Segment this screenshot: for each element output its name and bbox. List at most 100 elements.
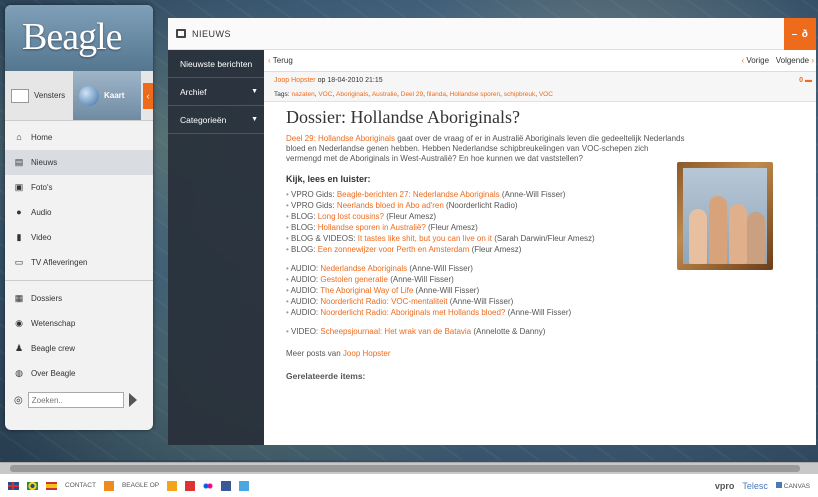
- item-author: (Anne-Will Fisser): [387, 275, 454, 284]
- list-item: AUDIO: Gestolen generatie (Anne-Will Fis…: [286, 275, 806, 285]
- tag-link[interactable]: Aboriginals: [336, 91, 368, 98]
- post-photo[interactable]: [677, 162, 773, 270]
- item-link[interactable]: Long lost cousins?: [318, 212, 384, 221]
- tag-link[interactable]: schipbreuk: [504, 91, 535, 98]
- item-prefix: AUDIO:: [290, 275, 321, 284]
- item-link[interactable]: Beagle-berichten 27: Nederlandse Aborigi…: [337, 190, 500, 199]
- tag-link[interactable]: VOC: [318, 91, 332, 98]
- tag-link[interactable]: Hollandse sporen: [450, 91, 501, 98]
- twitter-icon[interactable]: [239, 480, 250, 491]
- item-author: (Anne-Will Fisser): [447, 297, 514, 306]
- audio-icon: ●: [16, 207, 22, 217]
- windows-icon: [11, 88, 29, 103]
- item-link[interactable]: Scheepsjournaal: Het wrak van de Batavia: [320, 327, 471, 336]
- item-link[interactable]: Noorderlicht Radio: VOC-mentaliteit: [320, 297, 447, 306]
- scrollbar-thumb[interactable]: [10, 465, 800, 472]
- tag-link[interactable]: VOC: [539, 91, 553, 98]
- footer-left: CONTACT BEAGLE OP: [8, 480, 250, 491]
- contact-link[interactable]: CONTACT: [65, 482, 96, 489]
- nav-item-crew[interactable]: ♟ Beagle crew: [5, 336, 153, 361]
- search-icon: ◎: [14, 394, 23, 406]
- teleac-logo[interactable]: Telesc: [742, 481, 768, 491]
- link-list-audio: AUDIO: Nederlandse Aboriginals (Anne-Wil…: [286, 264, 806, 318]
- search-submit-icon[interactable]: [128, 393, 137, 407]
- item-author: (Sarah Darwin/Fleur Amesz): [492, 234, 595, 243]
- rss-icon[interactable]: [103, 480, 114, 491]
- tags-label: Tags:: [274, 91, 290, 98]
- prev-link[interactable]: ‹ Vorige: [741, 56, 769, 65]
- vensters-button[interactable]: Vensters: [5, 71, 73, 120]
- comment-count[interactable]: 0 ▬: [799, 77, 812, 84]
- canvas-label: CANVAS: [783, 482, 810, 490]
- collapse-tab[interactable]: ‹: [143, 83, 153, 109]
- flag-spain-icon[interactable]: [46, 481, 57, 490]
- chevron-left-icon: ‹: [146, 91, 150, 101]
- item-prefix: AUDIO:: [290, 308, 321, 317]
- nav-item-tv[interactable]: ▭ TV Afleveringen: [5, 250, 153, 275]
- item-link[interactable]: It tastes like shit, but you can live on…: [358, 234, 492, 243]
- nav-item-dossiers[interactable]: ▦ Dossiers: [5, 286, 153, 311]
- minimize-button[interactable]: –: [792, 29, 798, 40]
- cat-archief[interactable]: Archief ▼: [168, 78, 264, 106]
- nav-item-video[interactable]: ▮ Video: [5, 225, 153, 250]
- chevron-right-icon: ›: [809, 56, 814, 65]
- category-column: Nieuwste berichten Archief ▼ Categorieën ▼: [168, 50, 264, 445]
- item-link[interactable]: Een zonnewijzer voor Perth en Amsterdam: [318, 245, 470, 254]
- tag-link[interactable]: Deel 29: [401, 91, 423, 98]
- item-link[interactable]: Hollandse sporen in Australië?: [318, 223, 426, 232]
- item-prefix: VPRO Gids:: [291, 201, 337, 210]
- article-navbar: ‹ Terug ‹ Vorige Volgende ›: [264, 50, 816, 72]
- cat-categorieen[interactable]: Categorieën ▼: [168, 106, 264, 134]
- tag-link[interactable]: filanda: [427, 91, 446, 98]
- item-prefix: AUDIO:: [290, 297, 321, 306]
- vpro-logo[interactable]: vpro: [715, 481, 735, 491]
- next-link[interactable]: Volgende ›: [776, 56, 814, 65]
- hyves-icon[interactable]: [167, 480, 178, 491]
- item-prefix: VIDEO:: [291, 327, 321, 336]
- nav-item-over[interactable]: ◍ Over Beagle: [5, 361, 153, 386]
- nav-label: Over Beagle: [31, 369, 76, 378]
- list-item: AUDIO: Noorderlicht Radio: Aboriginals m…: [286, 308, 806, 318]
- photo-children: [683, 168, 767, 264]
- footer-right: vpro Telesc CANVAS: [715, 481, 810, 491]
- item-link[interactable]: Gestolen generatie: [320, 275, 388, 284]
- item-prefix: BLOG & VIDEOS:: [291, 234, 358, 243]
- search-input[interactable]: [27, 392, 124, 408]
- item-link[interactable]: Noorderlicht Radio: Aboriginals met Holl…: [320, 308, 505, 317]
- flag-uk-icon[interactable]: [8, 481, 19, 490]
- post-title: Dossier: Hollandse Aboriginals?: [286, 107, 520, 127]
- kaart-button[interactable]: Kaart: [73, 71, 141, 120]
- nav-item-wetenschap[interactable]: ◉ Wetenschap: [5, 311, 153, 336]
- cat-nieuwste[interactable]: Nieuwste berichten: [168, 50, 264, 78]
- nav-item-nieuws[interactable]: ▤ Nieuws: [5, 150, 153, 175]
- item-prefix: BLOG:: [291, 223, 318, 232]
- nav-item-home[interactable]: ⌂ Home: [5, 125, 153, 150]
- intro-link[interactable]: Deel 29: Hollandse Aboriginals: [286, 134, 395, 143]
- back-link[interactable]: ‹ Terug: [268, 56, 293, 65]
- nav-divider: [5, 280, 153, 281]
- item-link[interactable]: The Aboriginal Way of Life: [320, 286, 413, 295]
- date-prefix: op: [317, 76, 326, 84]
- item-prefix: AUDIO:: [290, 264, 321, 273]
- horizontal-scrollbar[interactable]: [0, 462, 818, 474]
- nav-label: Dossiers: [31, 294, 63, 303]
- cat-label: Nieuwste berichten: [180, 58, 253, 69]
- canvas-logo[interactable]: CANVAS: [775, 481, 810, 490]
- tag-link[interactable]: Australie: [372, 91, 397, 98]
- restore-button[interactable]: ð: [802, 29, 809, 40]
- author-link[interactable]: Joop Hopster: [274, 77, 316, 84]
- nav-label: Video: [31, 233, 52, 242]
- person-icon: ♟: [14, 343, 24, 353]
- youtube-icon[interactable]: [185, 480, 196, 491]
- nav-item-audio[interactable]: ● Audio: [5, 200, 153, 225]
- facebook-icon[interactable]: [221, 480, 232, 491]
- tag-link[interactable]: nazaten: [292, 91, 315, 98]
- beagle-logo[interactable]: Beagle: [5, 5, 153, 71]
- item-link[interactable]: Neerlands bloed in Abo ad'ren: [337, 201, 444, 210]
- flag-brazil-icon[interactable]: [27, 481, 38, 490]
- nav-item-fotos[interactable]: ▣ Foto's: [5, 175, 153, 200]
- item-link[interactable]: Nederlandse Aboriginals: [320, 264, 407, 273]
- chevron-down-icon: ▼: [251, 116, 258, 123]
- more-author-link[interactable]: Joop Hopster: [343, 349, 391, 358]
- flickr-icon[interactable]: [203, 480, 214, 491]
